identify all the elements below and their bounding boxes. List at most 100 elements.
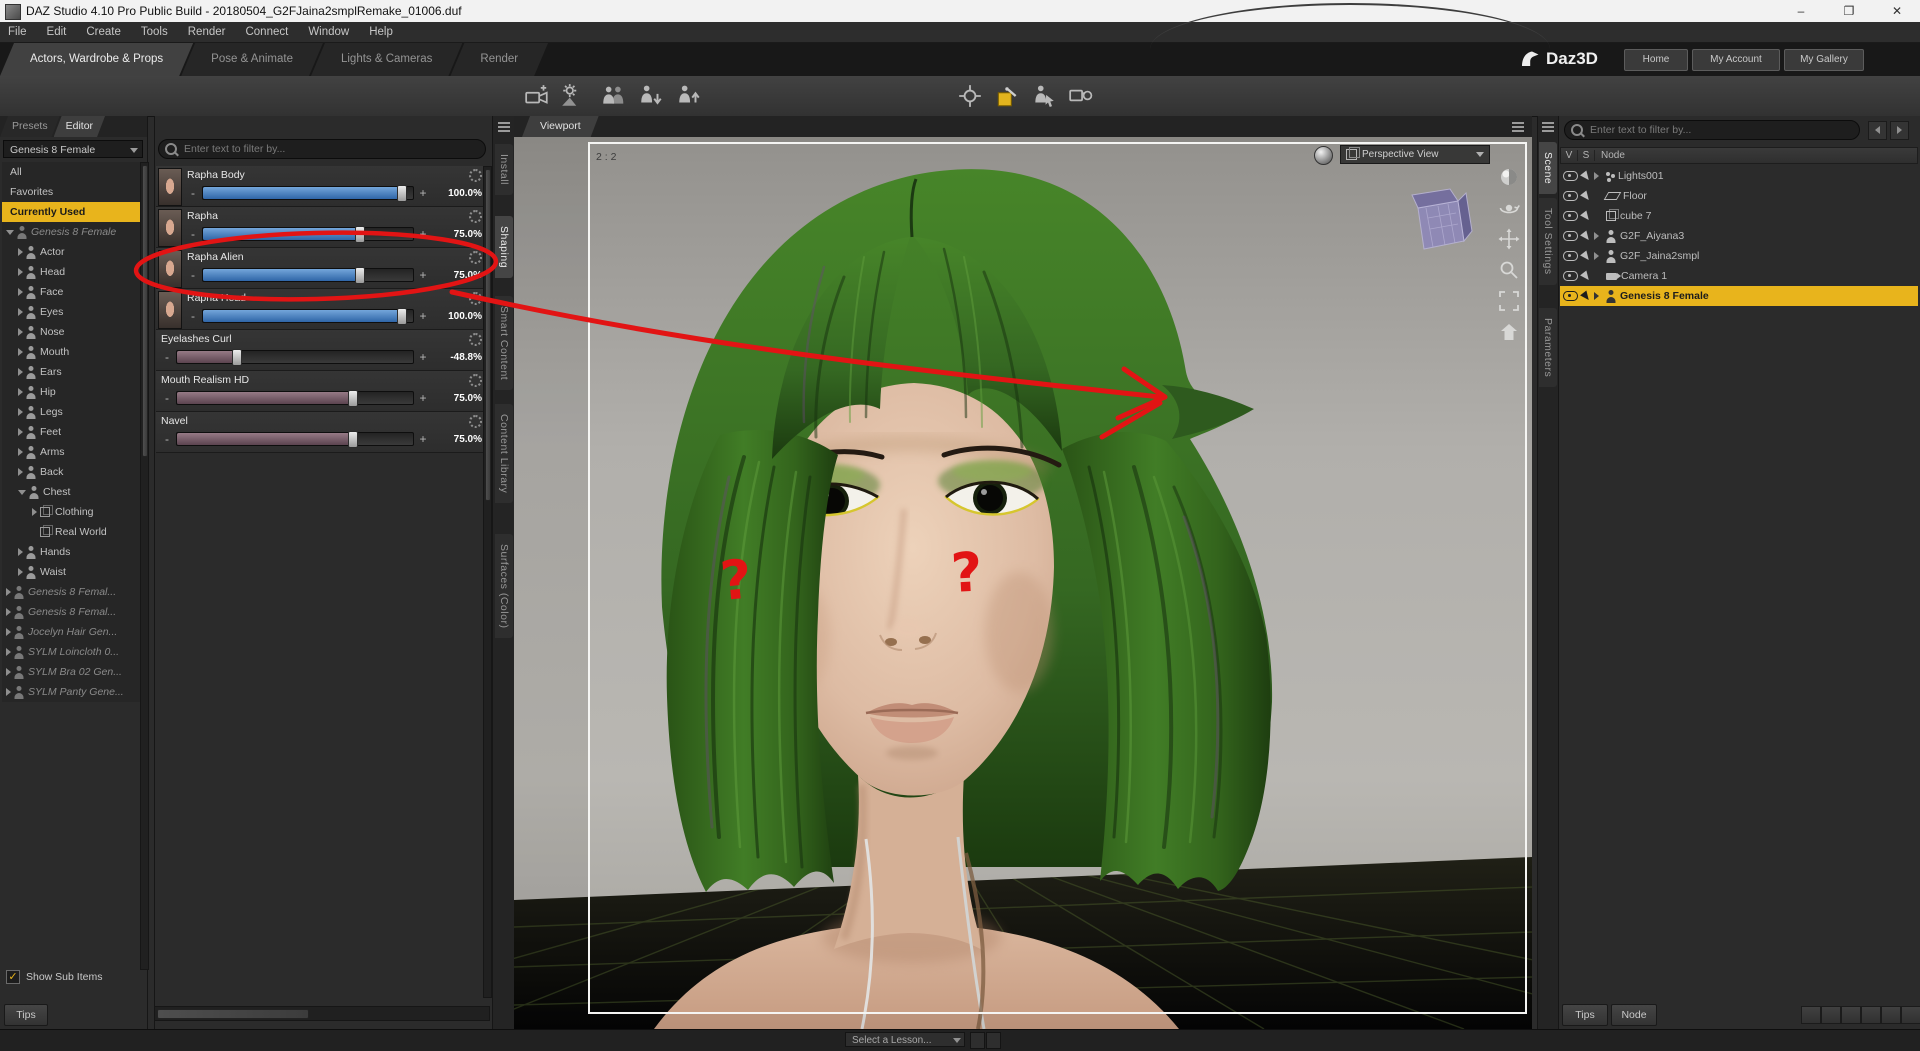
scene-filter-input[interactable] xyxy=(1588,123,1853,137)
scene-node-cube7[interactable]: cube 7 xyxy=(1560,206,1918,226)
shaping-filter-input[interactable] xyxy=(182,142,479,156)
slider-list-hscrollbar[interactable] xyxy=(154,1006,490,1021)
tree-item-actor[interactable]: Actor xyxy=(2,242,140,262)
lesson-selector-dropdown[interactable]: Select a Lesson... xyxy=(845,1032,965,1047)
dock-tab-parameters[interactable]: Parameters xyxy=(1539,308,1557,388)
filter-prev-button[interactable] xyxy=(1868,121,1887,140)
morph-slider[interactable] xyxy=(202,267,414,284)
caret-right-icon[interactable] xyxy=(6,648,11,656)
slider-thumb[interactable] xyxy=(396,185,407,202)
surface-selection-icon[interactable] xyxy=(994,83,1020,109)
figure-export-icon[interactable] xyxy=(638,83,664,109)
tips-button-scene[interactable]: Tips xyxy=(1562,1004,1608,1026)
caret-right-icon[interactable] xyxy=(6,688,11,696)
visibility-eye-icon[interactable] xyxy=(1563,191,1578,201)
tree-item-ears[interactable]: Ears xyxy=(2,362,140,382)
morph-slider[interactable] xyxy=(202,308,414,325)
visibility-eye-icon[interactable] xyxy=(1563,231,1578,241)
dock-tab-content-library[interactable]: Content Library xyxy=(495,404,513,504)
slider-decrement-button[interactable]: - xyxy=(161,350,173,364)
slider-decrement-button[interactable]: - xyxy=(187,268,199,282)
frame-icon[interactable] xyxy=(1498,290,1522,314)
selectable-cursor-icon[interactable] xyxy=(1580,289,1592,303)
zoom-icon[interactable] xyxy=(1498,259,1522,283)
slider-decrement-button[interactable]: - xyxy=(187,186,199,200)
slider-increment-button[interactable]: + xyxy=(417,186,429,200)
slider-decrement-button[interactable]: - xyxy=(187,227,199,241)
slider-increment-button[interactable]: + xyxy=(417,432,429,446)
morph-slider[interactable] xyxy=(202,226,414,243)
slider-list-scrollbar[interactable] xyxy=(483,166,492,998)
visibility-eye-icon[interactable] xyxy=(1563,211,1578,221)
view-selector-dropdown[interactable]: Perspective View xyxy=(1340,145,1490,164)
category-scrollbar[interactable] xyxy=(140,162,149,970)
tree-item-genesis8female[interactable]: Genesis 8 Female xyxy=(2,222,140,242)
reset-home-icon[interactable] xyxy=(1498,321,1522,345)
scene-node-camera1[interactable]: Camera 1 xyxy=(1560,266,1918,286)
caret-right-icon[interactable] xyxy=(6,628,11,636)
tree-item-genesis8-3[interactable]: Genesis 8 Femal... xyxy=(2,602,140,622)
category-item-all[interactable]: All xyxy=(2,162,140,182)
caret-right-icon[interactable] xyxy=(18,448,23,456)
category-item-currently-used[interactable]: Currently Used xyxy=(2,202,140,222)
lesson-aux-button[interactable] xyxy=(970,1032,985,1049)
caret-right-icon[interactable] xyxy=(18,408,23,416)
caret-right-icon[interactable] xyxy=(1594,292,1599,300)
group-figures-icon[interactable] xyxy=(600,83,626,109)
selectable-cursor-icon[interactable] xyxy=(1580,169,1592,183)
scene-node-genesis8female[interactable]: Genesis 8 Female xyxy=(1560,286,1918,306)
tree-item-real-world[interactable]: Real World xyxy=(2,522,140,542)
visibility-eye-icon[interactable] xyxy=(1563,251,1578,261)
mini-toolbar-button[interactable] xyxy=(1801,1006,1821,1024)
menu-render[interactable]: Render xyxy=(188,26,226,38)
caret-right-icon[interactable] xyxy=(18,468,23,476)
gear-icon[interactable] xyxy=(469,414,482,428)
menu-create[interactable]: Create xyxy=(86,26,121,38)
caret-right-icon[interactable] xyxy=(18,548,23,556)
tree-item-face[interactable]: Face xyxy=(2,282,140,302)
slider-increment-button[interactable]: + xyxy=(417,268,429,282)
selectable-cursor-icon[interactable] xyxy=(1580,209,1592,223)
checkbox-checked-icon[interactable] xyxy=(6,970,20,984)
pane-menu-icon[interactable] xyxy=(1542,122,1554,124)
scene-node-g2f-jaina2smpl[interactable]: G2F_Jaina2smpl xyxy=(1560,246,1918,266)
slider-decrement-button[interactable]: - xyxy=(187,309,199,323)
selectable-cursor-icon[interactable] xyxy=(1580,249,1592,263)
pan-icon[interactable] xyxy=(1498,228,1522,252)
lesson-aux-button[interactable] xyxy=(986,1032,1001,1049)
caret-right-icon[interactable] xyxy=(1594,252,1599,260)
tree-item-sylm-loincloth[interactable]: SYLM Loincloth 0... xyxy=(2,642,140,662)
close-button[interactable]: ✕ xyxy=(1874,0,1920,22)
tree-item-chest[interactable]: Chest xyxy=(2,482,140,502)
morph-slider[interactable] xyxy=(176,390,414,407)
dock-tab-surfaces[interactable]: Surfaces (Color) xyxy=(495,534,513,639)
dock-tab-install[interactable]: Install xyxy=(495,144,513,195)
caret-down-icon[interactable] xyxy=(6,229,14,235)
render-camera-icon[interactable] xyxy=(1068,83,1094,109)
tree-item-genesis8-2[interactable]: Genesis 8 Femal... xyxy=(2,582,140,602)
mini-toolbar-button[interactable] xyxy=(1861,1006,1881,1024)
tree-item-arms[interactable]: Arms xyxy=(2,442,140,462)
tree-item-mouth[interactable]: Mouth xyxy=(2,342,140,362)
column-node[interactable]: Node xyxy=(1595,150,1625,161)
visibility-eye-icon[interactable] xyxy=(1563,291,1578,301)
slider-increment-button[interactable]: + xyxy=(417,309,429,323)
caret-right-icon[interactable] xyxy=(6,608,11,616)
tree-item-sylm-panty[interactable]: SYLM Panty Gene... xyxy=(2,682,140,702)
slider-thumb[interactable] xyxy=(396,308,407,325)
tree-item-sylm-bra[interactable]: SYLM Bra 02 Gen... xyxy=(2,662,140,682)
caret-down-icon[interactable] xyxy=(18,489,26,495)
slider-thumb[interactable] xyxy=(348,431,358,448)
my-account-button[interactable]: My Account xyxy=(1692,49,1780,71)
tab-render[interactable]: Render xyxy=(450,43,548,76)
caret-right-icon[interactable] xyxy=(18,368,23,376)
dock-tab-tool-settings[interactable]: Tool Settings xyxy=(1539,198,1557,285)
column-selectability[interactable]: S xyxy=(1578,150,1595,161)
tree-item-clothing[interactable]: Clothing xyxy=(2,502,140,522)
menu-window[interactable]: Window xyxy=(308,26,349,38)
mini-toolbar-button[interactable] xyxy=(1881,1006,1901,1024)
tab-editor[interactable]: Editor xyxy=(54,116,105,137)
aim-at-icon[interactable] xyxy=(957,83,983,109)
caret-right-icon[interactable] xyxy=(18,308,23,316)
slider-thumb[interactable] xyxy=(354,226,365,243)
